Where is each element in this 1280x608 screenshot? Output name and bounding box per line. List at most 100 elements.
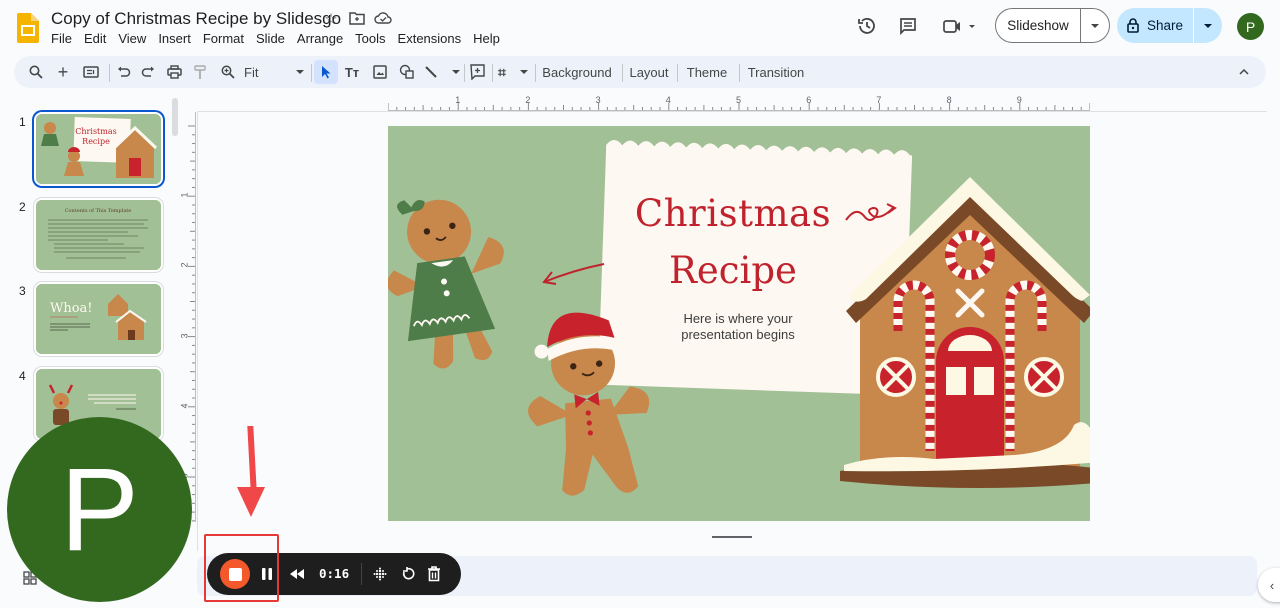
line-icon: [425, 66, 437, 78]
menu-edit[interactable]: Edit: [78, 31, 112, 46]
undo-icon[interactable]: [114, 60, 134, 84]
line-dropdown-icon: [452, 69, 460, 74]
background-button[interactable]: Background: [540, 60, 614, 84]
paint-format-icon[interactable]: [190, 60, 210, 84]
blur-effect-icon[interactable]: [371, 564, 389, 584]
collapse-toolbar-icon[interactable]: [1234, 60, 1254, 84]
print-icon[interactable]: [164, 60, 184, 84]
move-to-folder-icon[interactable]: [348, 11, 366, 29]
transition-button[interactable]: Transition: [744, 60, 808, 84]
select-tool-icon[interactable]: [314, 60, 338, 84]
restart-icon[interactable]: [399, 564, 417, 584]
account-avatar[interactable]: P: [1237, 13, 1264, 40]
slide-number: 4: [19, 369, 26, 383]
annotation-highlight-box: [204, 534, 279, 602]
share-dropdown-icon[interactable]: [1194, 8, 1222, 43]
ruler-label: 4: [665, 95, 671, 105]
svg-text:Whoa!: Whoa!: [50, 301, 93, 316]
search-menus-icon[interactable]: [26, 60, 46, 84]
slideshow-dropdown-icon[interactable]: [1081, 9, 1109, 42]
comments-icon[interactable]: [896, 14, 920, 38]
menu-tools[interactable]: Tools: [349, 31, 391, 46]
menu-format[interactable]: Format: [197, 31, 250, 46]
slide-thumbnail-3[interactable]: Whoa!: [34, 282, 163, 356]
ruler-label: 3: [179, 333, 190, 339]
menu-help[interactable]: Help: [467, 31, 506, 46]
zoom-select[interactable]: Fit: [244, 60, 304, 84]
speaker-notes-resize-handle[interactable]: [712, 536, 752, 539]
gingerbread-house-illustration[interactable]: [840, 171, 1090, 491]
ruler-label: 6: [806, 95, 812, 105]
recording-camera-avatar[interactable]: P: [7, 417, 192, 602]
slide-number: 3: [19, 284, 26, 298]
gingerbread-girl-illustration[interactable]: [388, 181, 521, 381]
chevron-left-icon: ‹: [1269, 577, 1275, 593]
layout-button[interactable]: Layout: [627, 60, 671, 84]
ruler-label: 5: [736, 95, 742, 105]
zoom-dropdown-icon: [296, 69, 304, 74]
menu-extensions[interactable]: Extensions: [392, 31, 468, 46]
slide-number: 2: [19, 200, 26, 214]
delete-recording-icon[interactable]: [425, 564, 443, 584]
slide-title-line-2[interactable]: Recipe: [628, 249, 838, 292]
filmstrip-scrollbar[interactable]: [172, 98, 178, 136]
annotation-arrow-down-icon: [237, 487, 265, 517]
ruler-label: 9: [1016, 95, 1022, 105]
grid-lines-icon: ⌗: [498, 63, 506, 80]
slideshow-label[interactable]: Slideshow: [996, 9, 1081, 42]
redo-icon[interactable]: [138, 60, 158, 84]
gingerbread-boy-illustration[interactable]: [513, 291, 663, 506]
version-history-icon[interactable]: [855, 14, 879, 38]
svg-text:Contents of This Template: Contents of This Template: [65, 208, 132, 214]
rewind-icon[interactable]: [288, 564, 306, 584]
share-button[interactable]: Share: [1117, 8, 1222, 43]
menu-file[interactable]: File: [45, 31, 78, 46]
shape-icon[interactable]: [397, 60, 417, 84]
vertical-ruler[interactable]: 12345: [179, 112, 196, 522]
text-box-icon[interactable]: Tт: [342, 60, 362, 84]
theme-button[interactable]: Theme: [684, 60, 730, 84]
recording-elapsed-time: 0:16: [319, 566, 350, 581]
ruler-label: 7: [876, 95, 882, 105]
toolbar: + Fit Tт ⌗ Background Layout Theme Trans…: [14, 56, 1266, 88]
subtitle-line-2: presentation begins: [681, 327, 795, 342]
insert-image-icon[interactable]: [370, 60, 390, 84]
horizontal-ruler[interactable]: 1 2 3 4 5 6 7 8 9: [387, 95, 1091, 111]
slide-canvas[interactable]: Christmas Recipe Here is where your pres…: [388, 126, 1090, 521]
meet-icon[interactable]: [940, 14, 978, 38]
curved-arrow-left-icon[interactable]: [538, 258, 608, 288]
line-tool[interactable]: [424, 60, 460, 84]
star-icon[interactable]: ☆: [322, 11, 340, 29]
side-panel-toggle[interactable]: ‹: [1258, 568, 1280, 602]
slides-logo-icon[interactable]: [17, 13, 39, 43]
menu-bar: File Edit View Insert Format Slide Arran…: [45, 31, 506, 46]
cloud-saved-icon[interactable]: [374, 11, 392, 29]
share-label: Share: [1146, 18, 1184, 33]
slide-subtitle[interactable]: Here is where your presentation begins: [648, 311, 828, 343]
menu-arrange[interactable]: Arrange: [291, 31, 349, 46]
slide-title-line-1[interactable]: Christmas: [628, 192, 838, 235]
add-comment-icon[interactable]: [467, 60, 487, 84]
slide-layout-icon[interactable]: [80, 60, 102, 84]
document-title[interactable]: Copy of Christmas Recipe by Slidesgo: [51, 9, 341, 29]
slide-thumbnail-2[interactable]: Contents of This Template: [34, 198, 163, 272]
menu-insert[interactable]: Insert: [152, 31, 197, 46]
ruler-label: 4: [179, 403, 190, 409]
ruler-label: 3: [595, 95, 601, 105]
menu-slide[interactable]: Slide: [250, 31, 291, 46]
slide-thumbnail-1[interactable]: Christmas Recipe: [34, 112, 163, 186]
menu-view[interactable]: View: [112, 31, 152, 46]
svg-text:Recipe: Recipe: [82, 137, 110, 146]
svg-text:Christmas: Christmas: [75, 127, 116, 136]
recorder-divider: [361, 563, 362, 585]
slideshow-button[interactable]: Slideshow: [995, 8, 1110, 43]
slide-number: 1: [19, 115, 26, 129]
ruler-label: 8: [946, 95, 952, 105]
header-bar: Copy of Christmas Recipe by Slidesgo ☆ F…: [0, 0, 1280, 55]
grid-view-tool[interactable]: ⌗: [498, 60, 528, 84]
ruler-label: 1: [455, 95, 461, 105]
ruler-label: 2: [179, 262, 190, 268]
ruler-label: 2: [525, 95, 531, 105]
zoom-icon[interactable]: [218, 60, 238, 84]
new-slide-icon[interactable]: +: [53, 60, 73, 84]
